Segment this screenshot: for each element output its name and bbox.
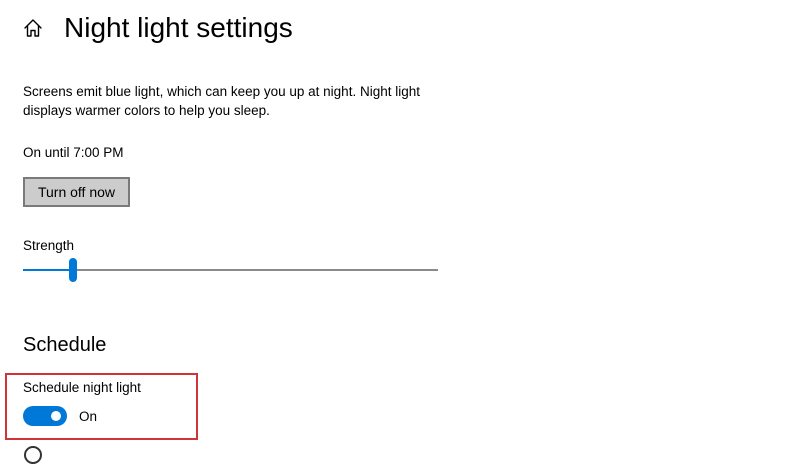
slider-track: [23, 269, 438, 271]
home-icon[interactable]: [22, 17, 44, 39]
schedule-heading: Schedule: [23, 334, 107, 356]
strength-slider[interactable]: [23, 256, 438, 284]
strength-label: Strength: [23, 238, 75, 253]
night-light-description: Screens emit blue light, which can keep …: [23, 84, 420, 118]
toggle-knob: [51, 411, 61, 421]
schedule-night-light-label: Schedule night light: [23, 380, 141, 395]
schedule-night-light-toggle[interactable]: [23, 406, 67, 426]
slider-fill: [23, 269, 73, 271]
night-light-status: On until 7:00 PM: [23, 145, 124, 160]
radio-button[interactable]: [24, 446, 42, 464]
page-title: Night light settings: [64, 12, 293, 43]
slider-thumb[interactable]: [68, 258, 77, 282]
toggle-state-text: On: [79, 409, 98, 424]
turn-off-now-button[interactable]: Turn off now: [23, 177, 130, 207]
